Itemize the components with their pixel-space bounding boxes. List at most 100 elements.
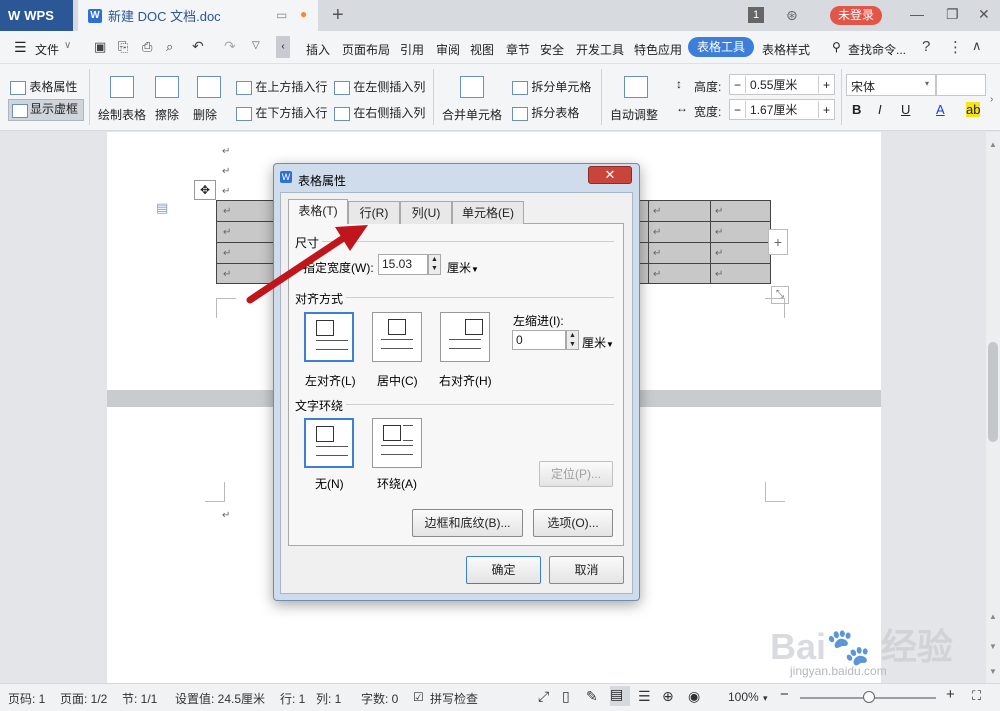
cancel-button[interactable]: 取消 [549, 556, 624, 584]
section-count[interactable]: 节: 1/1 [122, 690, 157, 707]
scrollbar-thumb[interactable] [988, 342, 998, 442]
height-decrease-icon[interactable]: − [730, 78, 745, 92]
page-badge[interactable]: 1 [748, 7, 764, 23]
font-name-select[interactable]: 宋体 ▾ [846, 74, 936, 96]
menu-page-layout[interactable]: 页面布局 [342, 41, 390, 58]
dropdown-icon[interactable]: ▼ [471, 265, 479, 274]
width-stepper[interactable]: − 1.67厘米 + [729, 99, 835, 120]
scroll-down-icon[interactable]: ▼ [989, 667, 997, 676]
tab-table[interactable]: 表格(T) [288, 199, 348, 224]
width-input[interactable]: 1.67厘米 [745, 101, 819, 118]
show-gridlines-button[interactable]: 显示虚框 [8, 99, 84, 121]
new-tab-plus-icon[interactable]: + [332, 4, 344, 27]
search-command[interactable]: 查找命令... [848, 41, 906, 58]
redo-icon[interactable]: ↷ [224, 38, 236, 55]
hamburger-icon[interactable]: ☰ [14, 39, 27, 56]
align-center-option[interactable] [372, 312, 422, 362]
bold-button[interactable]: B [852, 102, 861, 117]
setting-value[interactable]: 设置值: 24.5厘米 [175, 690, 265, 707]
options-button[interactable]: 选项(O)... [533, 509, 613, 537]
chevron-down-icon[interactable]: ∨ [64, 40, 71, 51]
delete-button[interactable]: 删除 [193, 106, 217, 123]
wps-home-tab[interactable]: W WPS [0, 0, 73, 31]
print-preview-icon[interactable]: ⌕ [166, 39, 173, 55]
menu-table-tools[interactable]: 表格工具 [688, 37, 754, 57]
highlight-button[interactable]: ab [966, 102, 981, 117]
scroll-next-page-icon[interactable]: ▼ [989, 642, 997, 651]
collapse-ribbon-icon[interactable]: ∧ [972, 38, 982, 54]
ok-button[interactable]: 确定 [466, 556, 541, 584]
menu-file[interactable]: 文件 [35, 41, 59, 58]
split-cells-button[interactable]: 拆分单元格 [512, 78, 591, 95]
restore-icon[interactable]: ❐ [946, 6, 959, 23]
web-view-icon[interactable]: ⊕ [662, 688, 674, 705]
tab-cell[interactable]: 单元格(E) [452, 201, 524, 224]
more-icon[interactable]: ⋮ [948, 38, 963, 56]
table-move-handle-icon[interactable]: ✥ [194, 180, 216, 200]
spell-check-button[interactable]: 拼写检查 [430, 690, 478, 707]
page-view-button[interactable]: ▤ [610, 686, 630, 706]
edit-mode-icon[interactable]: ✎ [586, 688, 598, 705]
document-tab[interactable]: W 新建 DOC 文档.doc ▭ ● [78, 0, 318, 31]
skin-icon[interactable]: ⊛ [786, 7, 798, 24]
zoom-slider-thumb[interactable] [863, 691, 875, 703]
menu-insert[interactable]: 插入 [306, 41, 330, 58]
print-icon[interactable]: ⎙ [142, 39, 152, 55]
paste-options-icon[interactable]: ▤ [156, 200, 168, 216]
wrap-around-option[interactable] [372, 418, 422, 468]
outline-view-icon[interactable]: ☰ [638, 688, 651, 705]
format-painter-icon[interactable]: ⎘ [118, 39, 128, 55]
column-indicator[interactable]: 列: 1 [316, 690, 341, 707]
menu-security[interactable]: 安全 [540, 41, 564, 58]
save-icon[interactable]: ▣ [94, 39, 106, 55]
auto-adjust-button[interactable]: 自动调整 [610, 106, 658, 123]
font-dropdown-icon[interactable]: ▾ [925, 79, 929, 88]
position-button[interactable]: 定位(P)... [539, 461, 613, 487]
zoom-level[interactable]: 100% [728, 690, 759, 704]
left-indent-spinner[interactable]: ▲ ▼ [566, 330, 579, 350]
width-decrease-icon[interactable]: − [730, 103, 745, 117]
menu-chapter[interactable]: 章节 [506, 41, 530, 58]
height-increase-icon[interactable]: + [819, 78, 834, 92]
merge-cells-button[interactable]: 合并单元格 [442, 106, 502, 123]
draw-table-button[interactable]: 绘制表格 [98, 106, 146, 123]
menu-table-style[interactable]: 表格样式 [762, 41, 810, 58]
tab-column[interactable]: 列(U) [400, 201, 452, 224]
width-increase-icon[interactable]: + [819, 103, 834, 117]
insert-row-above-button[interactable]: 在上方插入行 [236, 78, 327, 95]
italic-button[interactable]: I [878, 102, 882, 117]
fit-window-icon[interactable]: ⛶ [972, 688, 981, 704]
dropdown-icon[interactable]: ▼ [606, 340, 614, 349]
scroll-left-icon[interactable]: ‹ [276, 36, 290, 58]
split-table-button[interactable]: 拆分表格 [512, 104, 579, 121]
align-right-option[interactable] [440, 312, 490, 362]
table-width-input[interactable]: 15.03 [378, 254, 428, 275]
add-column-icon[interactable]: + [768, 229, 788, 255]
zoom-in-icon[interactable]: + [946, 686, 955, 703]
minimize-icon[interactable]: — [910, 6, 924, 22]
menu-view[interactable]: 视图 [470, 41, 494, 58]
wrap-none-option[interactable] [304, 418, 354, 468]
menu-features[interactable]: 特色应用 [634, 41, 682, 58]
fullscreen-icon[interactable]: ⤢ [538, 688, 549, 705]
login-button[interactable]: 未登录 [830, 6, 882, 25]
monitor-icon[interactable]: ▭ [276, 8, 287, 22]
scroll-up-icon[interactable]: ▲ [989, 140, 997, 149]
dialog-close-button[interactable]: ✕ [588, 166, 632, 184]
menu-developer[interactable]: 开发工具 [576, 41, 624, 58]
font-color-button[interactable]: A [936, 102, 945, 117]
menu-review[interactable]: 审阅 [436, 41, 460, 58]
height-input[interactable]: 0.55厘米 [745, 76, 819, 93]
ribbon-scroll-right-icon[interactable]: › [990, 94, 993, 105]
align-left-option[interactable] [304, 312, 354, 362]
vertical-scrollbar[interactable]: ▲ ▲ ▼ ▼ [986, 132, 1000, 683]
insert-col-right-button[interactable]: 在右侧插入列 [334, 104, 425, 121]
insert-col-left-button[interactable]: 在左侧插入列 [334, 78, 425, 95]
height-stepper[interactable]: − 0.55厘米 + [729, 74, 835, 95]
zoom-dropdown-icon[interactable]: ▾ [763, 693, 768, 704]
eye-protect-icon[interactable]: ◉ [688, 688, 700, 705]
undo-icon[interactable]: ↶ [192, 38, 204, 55]
help-icon[interactable]: ? [922, 38, 930, 55]
underline-button[interactable]: U [901, 102, 910, 117]
page-number[interactable]: 页码: 1 [8, 690, 45, 707]
